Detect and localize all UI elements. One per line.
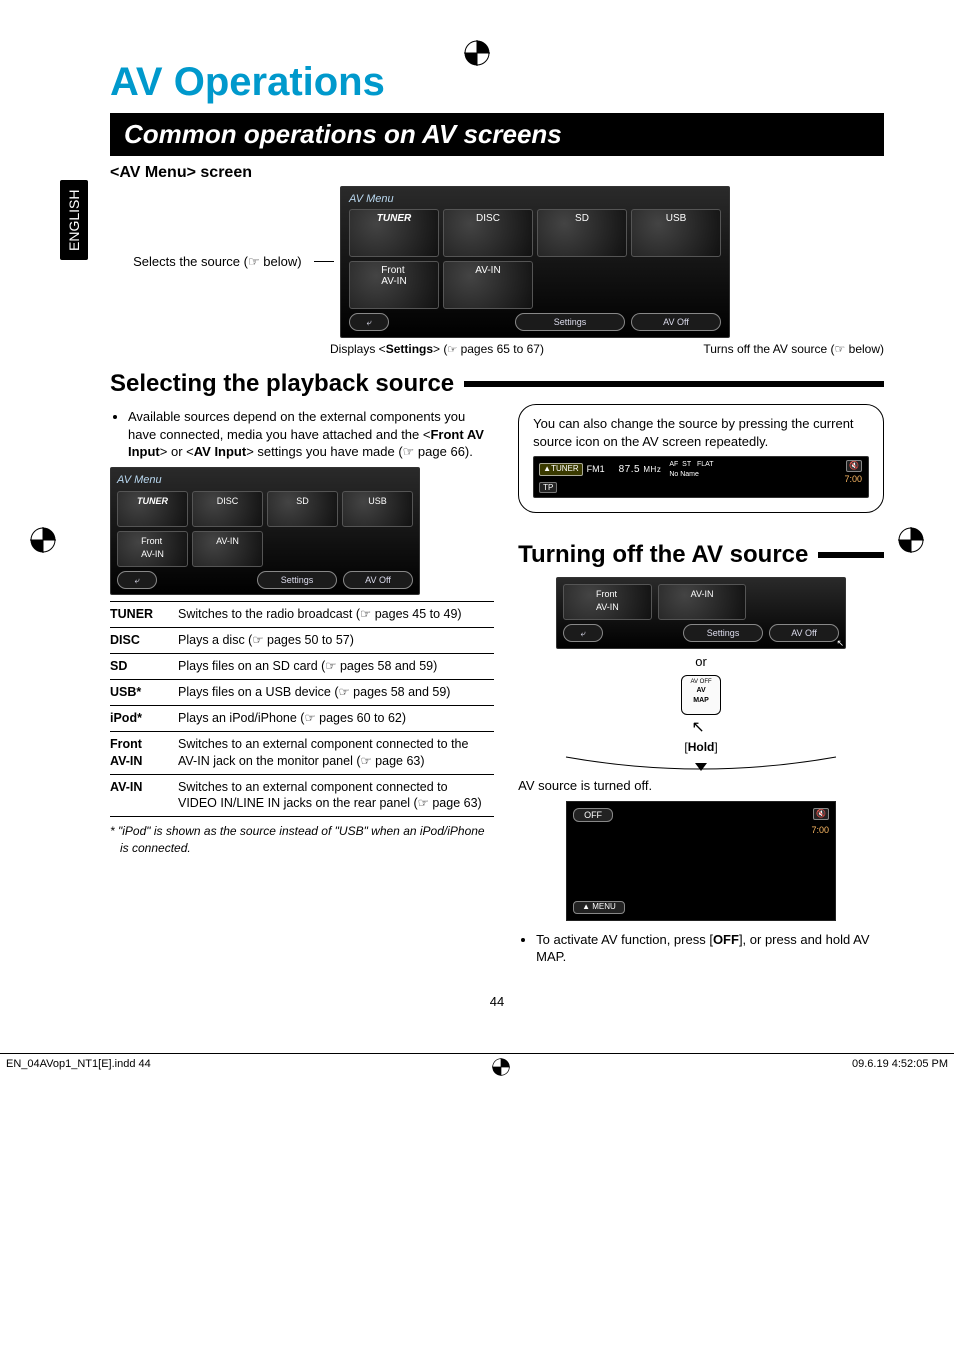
av-menu-source-sd[interactable]: SD <box>537 209 627 257</box>
av-menu-settings-button[interactable]: Settings <box>515 313 625 331</box>
av-menu-screenshot-small: AV Menu TUNER DISC SD USB FrontAV-IN AV-… <box>110 467 420 596</box>
av-map-hardware-button[interactable]: AV OFF AV MAP <box>681 675 721 715</box>
src-desc-ipod: Plays an iPod/iPhone (☞ pages 60 to 62) <box>172 705 494 731</box>
av-menu-title: AV Menu <box>349 193 721 205</box>
footnote-ipod-usb: * "iPod" is shown as the source instead … <box>110 823 494 855</box>
pointer-icon: ↖ <box>837 637 845 649</box>
table-row: TUNER Switches to the radio broadcast (☞… <box>110 602 494 628</box>
flat-indicator: FLAT <box>697 461 714 468</box>
src-desc-disc: Plays a disc (☞ pages 50 to 57) <box>172 628 494 654</box>
mute-icon[interactable]: 🔇 <box>846 460 862 472</box>
av-menu-small-front-avin[interactable]: FrontAV-IN <box>117 531 188 567</box>
off-chip[interactable]: OFF <box>573 808 613 822</box>
st-indicator: ST <box>682 461 691 468</box>
av-menu-small-sd[interactable]: SD <box>267 491 338 527</box>
bullet-reactivate-av: To activate AV function, press [OFF], or… <box>536 931 884 966</box>
caption-turns-off-av: Turns off the AV source (☞ below) <box>703 342 884 356</box>
af-indicator: AF <box>669 461 678 468</box>
heading-turning-off-av: Turning off the AV source <box>518 539 884 571</box>
av-menu-source-front-avin[interactable]: FrontAV-IN <box>349 261 439 309</box>
tuner-chip[interactable]: ▲TUNER <box>539 463 582 476</box>
footer-filename: EN_04AVop1_NT1[E].indd 44 <box>6 1058 151 1079</box>
table-row: iPod* Plays an iPod/iPhone (☞ pages 60 t… <box>110 705 494 731</box>
av-menu-small-avin[interactable]: AV-IN <box>192 531 263 567</box>
or-label: or <box>556 653 846 671</box>
table-row: USB* Plays files on a USB device (☞ page… <box>110 680 494 706</box>
av-menu-title-small: AV Menu <box>117 473 413 488</box>
src-label-sd: SD <box>110 654 172 680</box>
src-desc-tuner: Switches to the radio broadcast (☞ pages… <box>172 602 494 628</box>
turnoff-avoff-button[interactable]: AV Off ↖ <box>769 624 839 642</box>
src-label-usb: USB* <box>110 680 172 706</box>
hold-label: [Hold] <box>556 739 846 755</box>
av-menu-small-disc[interactable]: DISC <box>192 491 263 527</box>
registration-mark-bottom <box>492 1058 510 1079</box>
av-menu-back-button[interactable]: ⤶ <box>349 313 389 331</box>
source-table: TUNER Switches to the radio broadcast (☞… <box>110 601 494 817</box>
src-desc-avin: Switches to an external component connec… <box>172 774 494 817</box>
menu-chip[interactable]: ▲ MENU <box>573 901 625 914</box>
table-row: DISC Plays a disc (☞ pages 50 to 57) <box>110 628 494 654</box>
src-desc-front-avin: Switches to an external component connec… <box>172 731 494 774</box>
off-state-screenshot: OFF 🔇 7:00 ▲ MENU <box>566 801 836 921</box>
av-menu-source-tuner[interactable]: TUNER <box>349 209 439 257</box>
clock-label: 7:00 <box>844 473 862 485</box>
src-label-tuner: TUNER <box>110 602 172 628</box>
turnoff-settings-button[interactable]: Settings <box>683 624 763 642</box>
src-desc-usb: Plays files on a USB device (☞ pages 58 … <box>172 680 494 706</box>
src-label-front-avin: Front AV-IN <box>110 731 172 774</box>
src-desc-sd: Plays files on an SD card (☞ pages 58 an… <box>172 654 494 680</box>
table-row: Front AV-IN Switches to an external comp… <box>110 731 494 774</box>
flow-arrow-icon <box>556 755 846 771</box>
language-tab: ENGLISH <box>60 180 88 260</box>
print-footer: EN_04AVop1_NT1[E].indd 44 09.6.19 4:52:0… <box>0 1053 954 1079</box>
av-menu-small-usb[interactable]: USB <box>342 491 413 527</box>
pointer-icon: ↖ <box>691 719 704 736</box>
tip-box-change-source: You can also change the source by pressi… <box>518 404 884 513</box>
footer-timestamp: 09.6.19 4:52:05 PM <box>852 1058 948 1079</box>
tip-text: You can also change the source by pressi… <box>533 415 869 450</box>
heading-selecting-playback-source: Selecting the playback source <box>110 370 884 398</box>
section-bar-common-ops: Common operations on AV screens <box>110 113 884 156</box>
turnoff-back-button[interactable]: ⤶ <box>563 624 603 642</box>
av-menu-source-disc[interactable]: DISC <box>443 209 533 257</box>
caption-displays-settings: Displays <Settings> (☞ pages 65 to 67) <box>330 342 544 356</box>
av-menu-small-settings-button[interactable]: Settings <box>257 571 337 589</box>
av-menu-source-usb[interactable]: USB <box>631 209 721 257</box>
av-menu-small-avoff-button[interactable]: AV Off <box>343 571 413 589</box>
av-menu-heading: <AV Menu> screen <box>110 164 884 182</box>
band-label: FM1 <box>587 463 605 475</box>
mute-icon[interactable]: 🔇 <box>813 808 829 820</box>
turnoff-front-avin[interactable]: FrontAV-IN <box>563 584 652 620</box>
av-menu-avoff-button[interactable]: AV Off <box>631 313 721 331</box>
page-number: 44 <box>110 994 884 1009</box>
av-menu-screenshot-main: AV Menu TUNER DISC SD USB FrontAV-IN AV-… <box>340 186 730 338</box>
turning-off-screenshot: FrontAV-IN AV-IN ⤶ Settings AV Off ↖ <box>556 577 846 649</box>
page-title: AV Operations <box>110 60 884 105</box>
src-label-avin: AV-IN <box>110 774 172 817</box>
selects-source-caption: Selects the source (☞ below) <box>133 254 301 269</box>
av-menu-small-back-button[interactable]: ⤶ <box>117 571 157 589</box>
clock-label: 7:00 <box>812 824 830 836</box>
bullet-available-sources: Available sources depend on the external… <box>128 408 494 461</box>
tp-chip: TP <box>539 482 557 493</box>
table-row: AV-IN Switches to an external component … <box>110 774 494 817</box>
table-row: SD Plays files on an SD card (☞ pages 58… <box>110 654 494 680</box>
av-menu-small-tuner[interactable]: TUNER <box>117 491 188 527</box>
src-label-disc: DISC <box>110 628 172 654</box>
freq-value: 87.5 MHz <box>619 463 662 477</box>
av-source-off-caption: AV source is turned off. <box>518 777 884 795</box>
tuner-status-bar: ▲TUNER FM1 87.5 MHz AF ST FLAT No Name T… <box>533 456 869 498</box>
src-label-ipod: iPod* <box>110 705 172 731</box>
av-menu-source-avin[interactable]: AV-IN <box>443 261 533 309</box>
noname-label: No Name <box>669 471 699 478</box>
turnoff-avin[interactable]: AV-IN <box>658 584 747 620</box>
